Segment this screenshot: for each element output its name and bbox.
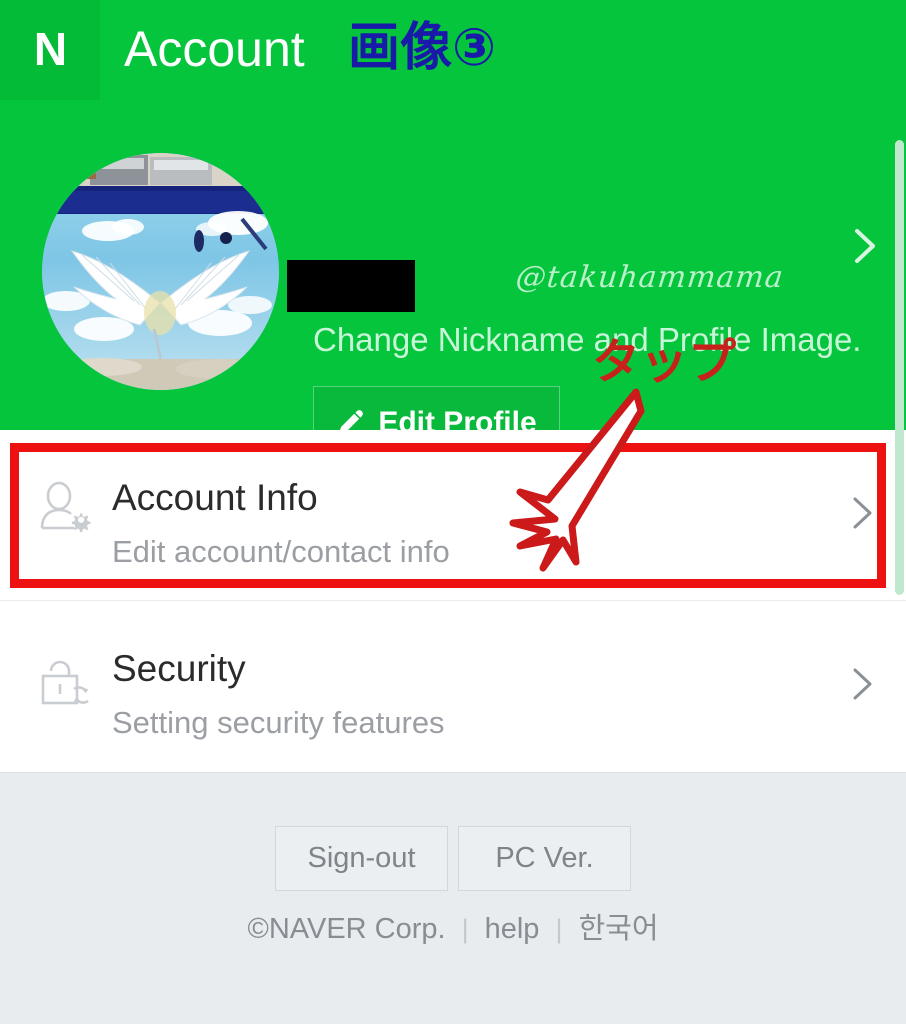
chevron-right-icon[interactable]	[840, 491, 884, 535]
account-settings-screen: N Account 画像③ @takuhammama Change Nickna…	[0, 0, 906, 1024]
language-link[interactable]: 한국어	[578, 912, 658, 946]
settings-list: Account Info Edit account/contact info S…	[0, 430, 906, 770]
copyright-text: NAVER Corp.	[268, 913, 446, 945]
list-item-subtitle: Edit account/contact info	[112, 534, 450, 569]
lock-refresh-icon	[34, 651, 96, 713]
profile-hero-section[interactable]: @takuhammama Change Nickname and Profile…	[0, 100, 906, 430]
naver-logo-button[interactable]: N	[0, 0, 100, 100]
person-gear-icon	[34, 480, 96, 542]
profile-handle: @takuhammama	[514, 260, 786, 295]
scrollbar-thumb[interactable]	[895, 140, 904, 595]
list-item-security[interactable]: Security Setting security features	[0, 600, 906, 770]
pencil-icon	[340, 410, 364, 430]
list-item-account-info[interactable]: Account Info Edit account/contact info	[0, 430, 906, 600]
page-title: Account	[124, 21, 305, 77]
list-item-title: Account Info	[112, 477, 318, 518]
avatar[interactable]	[42, 153, 279, 390]
copyright-symbol-icon: ©	[247, 913, 269, 945]
tap-annotation-label: タップ	[592, 334, 737, 390]
list-item-subtitle: Setting security features	[112, 705, 445, 740]
chevron-right-icon[interactable]	[840, 662, 884, 706]
footer-meta: © NAVER Corp. | help | 한국어	[0, 912, 906, 946]
pc-version-button[interactable]: PC Ver.	[458, 826, 631, 891]
sign-out-button[interactable]: Sign-out	[275, 826, 448, 891]
nickname-redaction-box	[287, 260, 415, 312]
edit-profile-label: Edit Profile	[378, 406, 537, 431]
footer: Sign-out PC Ver. © NAVER Corp. | help | …	[0, 772, 906, 1024]
list-item-title: Security	[112, 648, 246, 689]
naver-n-logo-icon: N	[33, 23, 67, 75]
footer-separator: |	[461, 914, 469, 944]
profile-subtitle: Change Nickname and Profile Image.	[313, 321, 862, 358]
footer-separator: |	[555, 914, 563, 944]
footer-button-group: Sign-out PC Ver.	[0, 826, 906, 891]
help-link[interactable]: help	[485, 912, 540, 946]
chevron-right-icon[interactable]	[840, 222, 888, 270]
edit-profile-button[interactable]: Edit Profile	[313, 386, 560, 430]
image-number-annotation: 画像③	[348, 18, 497, 78]
top-app-bar: N Account 画像③	[0, 0, 906, 100]
avatar-image	[42, 153, 279, 390]
